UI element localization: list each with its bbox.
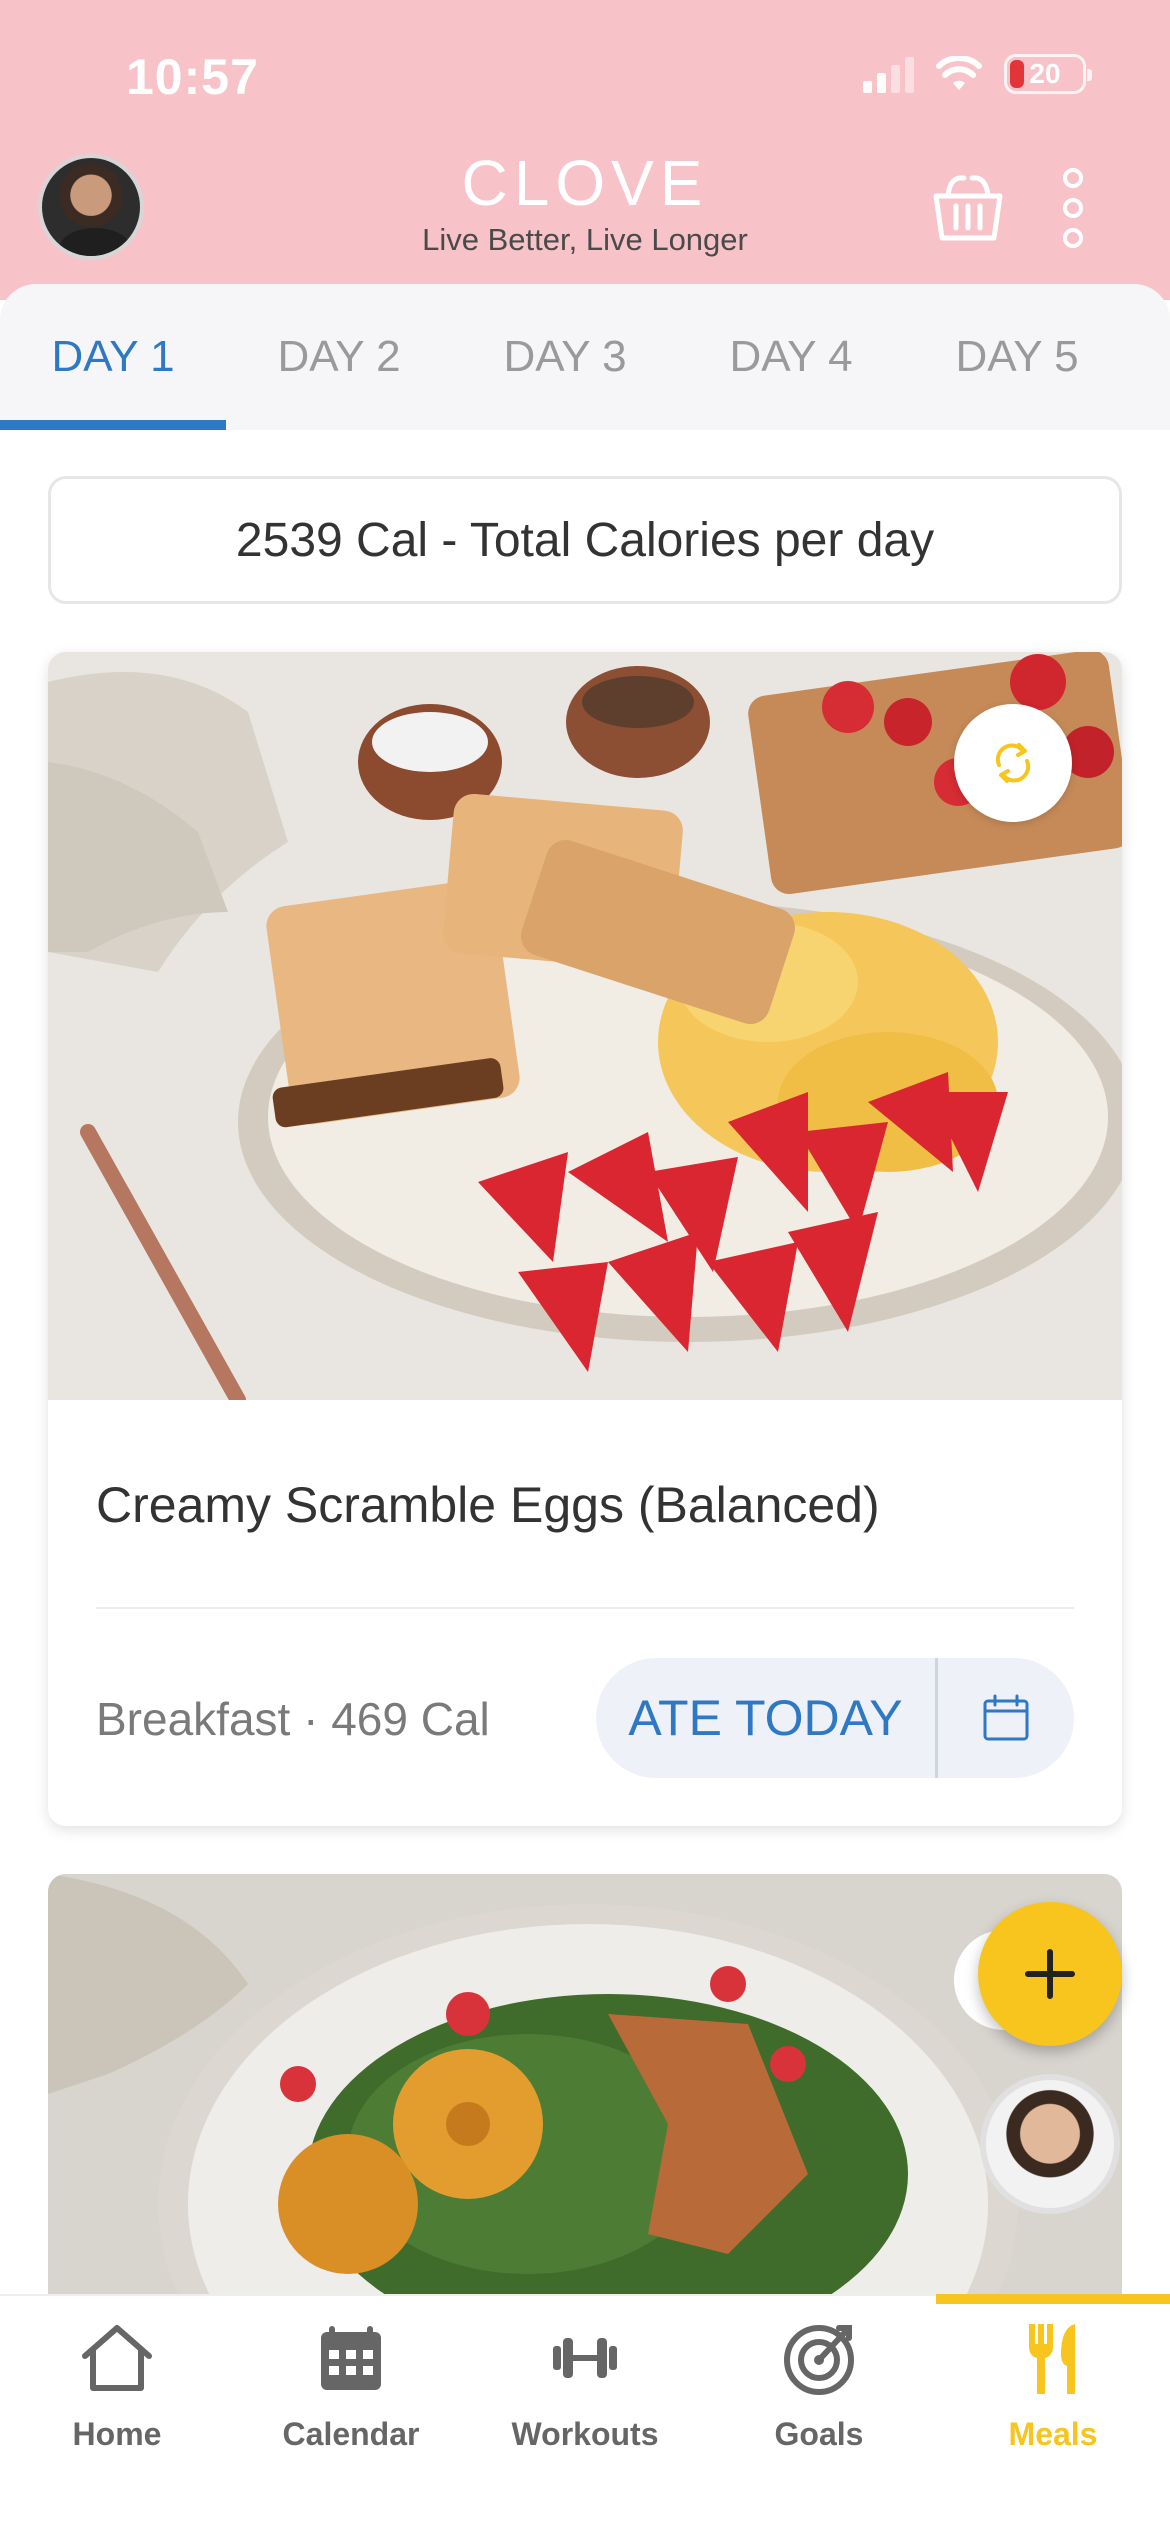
- meal-card[interactable]: [48, 1874, 1122, 2294]
- schedule-meal-button[interactable]: [938, 1658, 1074, 1778]
- nav-workouts[interactable]: Workouts: [468, 2296, 702, 2496]
- calendar-icon: [321, 2326, 381, 2390]
- tab-day-1[interactable]: DAY 1: [0, 284, 226, 430]
- nav-label: Meals: [1008, 2416, 1098, 2452]
- app-header: 10:57 20 CLOVE Live Better, Live Longer: [0, 0, 1170, 300]
- swap-meal-button[interactable]: [954, 704, 1072, 822]
- tab-day-3[interactable]: DAY 3: [452, 284, 678, 430]
- plus-icon: [1025, 1949, 1075, 1999]
- meal-card[interactable]: Creamy Scramble Eggs (Balanced) Breakfas…: [48, 652, 1122, 1826]
- utensils-icon: [1029, 2324, 1075, 2394]
- signal-icon: [863, 55, 914, 93]
- meal-title[interactable]: Creamy Scramble Eggs (Balanced): [96, 1476, 880, 1534]
- nav-goals[interactable]: Goals: [702, 2296, 936, 2496]
- shopping-basket-icon[interactable]: [928, 166, 1008, 246]
- nav-meals[interactable]: Meals: [936, 2294, 1170, 2496]
- tab-day-4[interactable]: DAY 4: [678, 284, 904, 430]
- add-meal-button[interactable]: [978, 1902, 1122, 2046]
- refresh-icon: [995, 743, 1031, 783]
- meal-actions: ATE TODAY: [596, 1658, 1074, 1778]
- day-tabs: DAY 1 DAY 2 DAY 3 DAY 4 DAY 5: [0, 284, 1170, 430]
- dumbbell-icon: [553, 2338, 617, 2378]
- ate-today-button[interactable]: ATE TODAY: [596, 1658, 938, 1778]
- battery-level: 20: [1029, 58, 1061, 89]
- meal-meta: Breakfast · 469 Cal: [96, 1693, 490, 1745]
- nav-label: Goals: [774, 2416, 864, 2452]
- battery-icon: 20: [1004, 54, 1092, 94]
- wifi-icon: [936, 56, 982, 90]
- home-icon: [82, 2325, 152, 2391]
- nav-label: Calendar: [282, 2416, 420, 2452]
- coach-chat-avatar[interactable]: [980, 2074, 1120, 2214]
- more-vertical-icon[interactable]: [1058, 168, 1088, 248]
- status-icons: 20: [863, 54, 1092, 94]
- tab-day-5[interactable]: DAY 5: [904, 284, 1130, 430]
- calendar-icon: [983, 1694, 1029, 1741]
- status-time: 10:57: [126, 49, 259, 105]
- total-calories-summary: 2539 Cal - Total Calories per day: [48, 476, 1122, 604]
- nav-home[interactable]: Home: [0, 2296, 234, 2496]
- divider: [96, 1607, 1074, 1609]
- bottom-navigation: Home Calendar Workouts Goals Meals: [0, 2294, 1170, 2532]
- nav-label: Workouts: [511, 2416, 659, 2452]
- nav-calendar[interactable]: Calendar: [234, 2296, 468, 2496]
- nav-label: Home: [72, 2416, 162, 2452]
- meal-photo: [48, 652, 1122, 1400]
- target-icon: [784, 2325, 854, 2395]
- meal-photo: [48, 1874, 1122, 2294]
- tab-day-2[interactable]: DAY 2: [226, 284, 452, 430]
